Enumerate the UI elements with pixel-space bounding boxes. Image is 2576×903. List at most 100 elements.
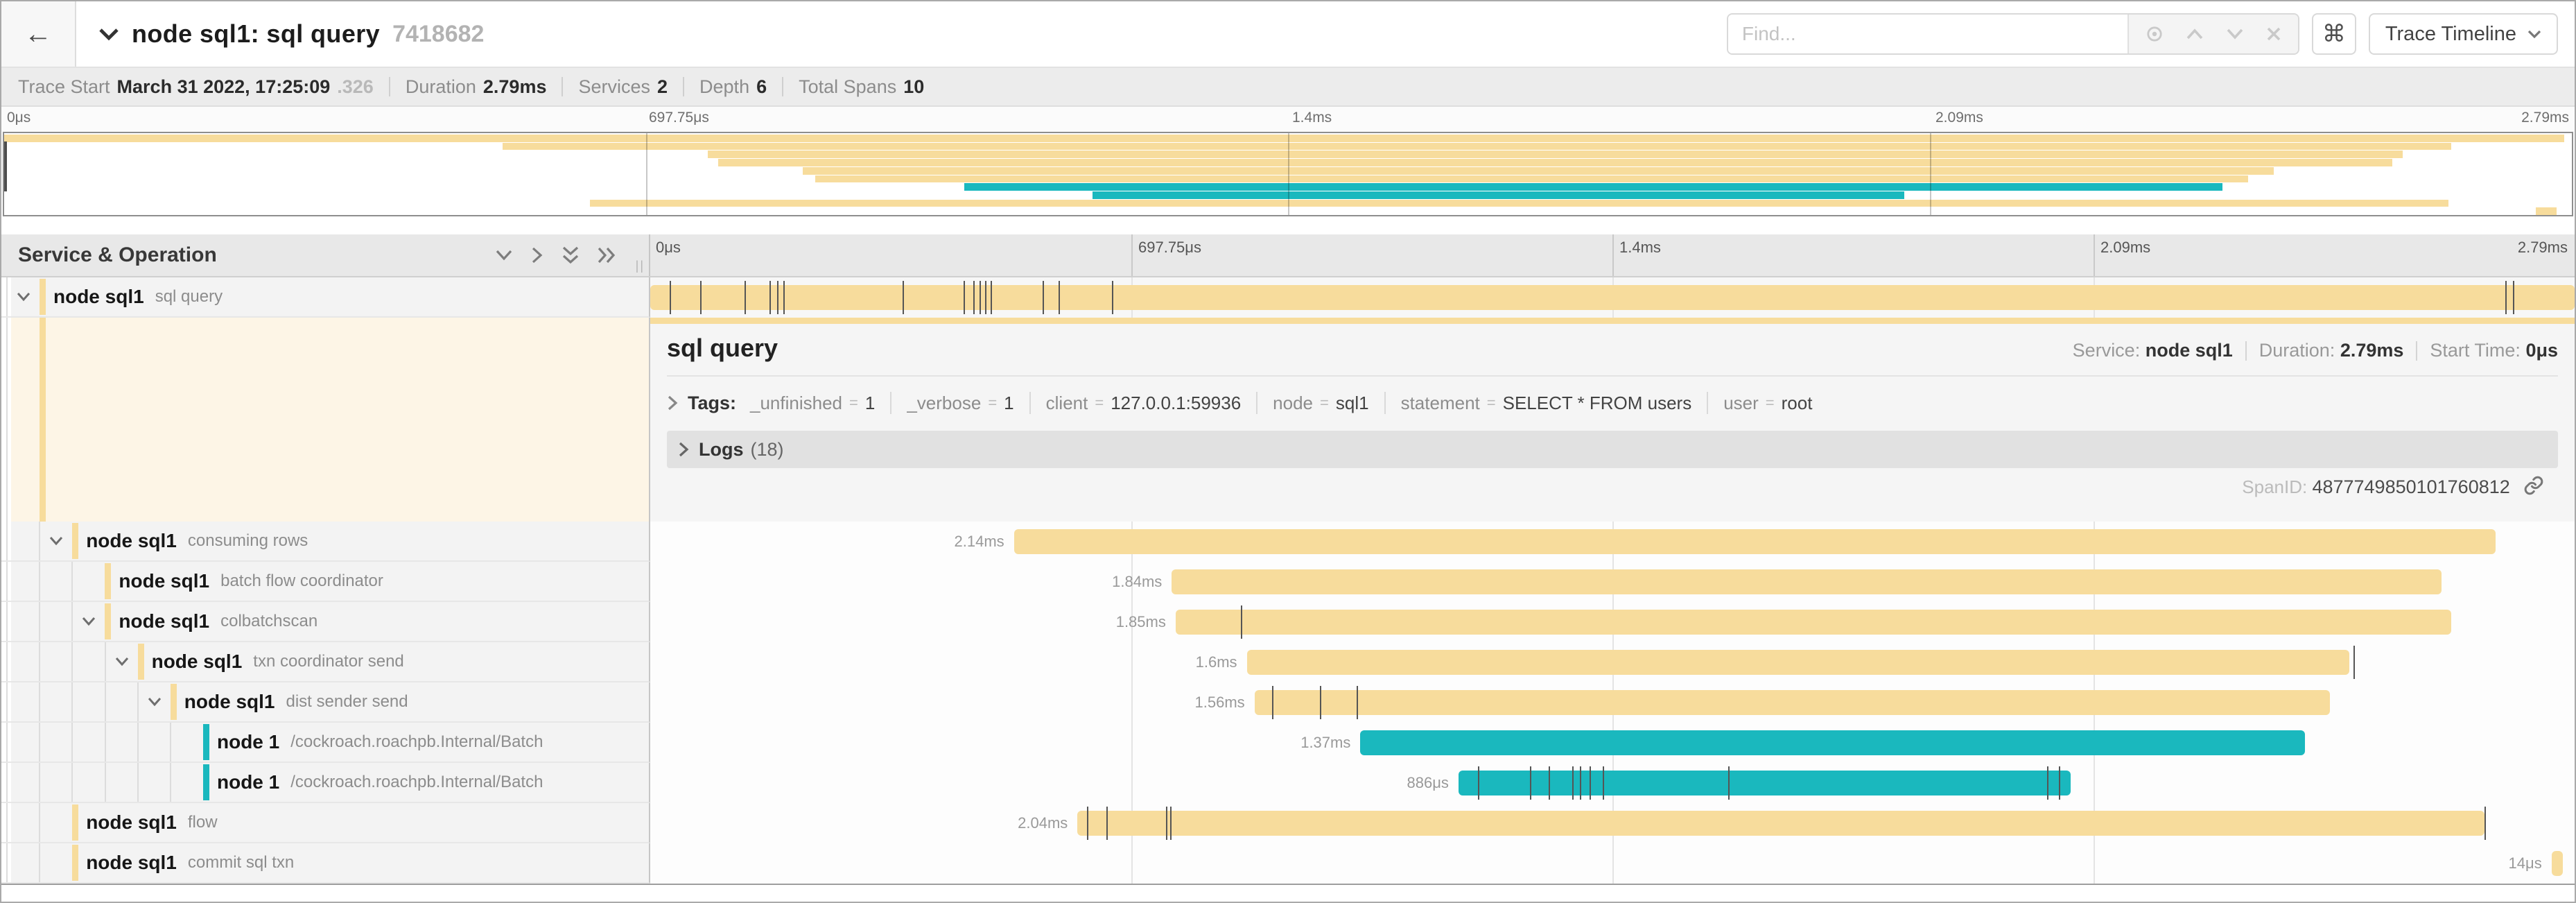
indent-guide	[137, 682, 139, 721]
span-log-tick	[1603, 766, 1604, 800]
minimap-canvas[interactable]	[3, 132, 2573, 216]
tag-item: _unfinished=1	[750, 393, 875, 414]
expand-all-icon[interactable]	[598, 246, 616, 264]
find-input[interactable]	[1728, 15, 2127, 53]
indent-guide	[39, 562, 40, 601]
expand-chevron-icon[interactable]	[81, 616, 96, 627]
span-duration-label: 1.56ms	[1195, 694, 1245, 712]
expand-chevron-icon[interactable]	[49, 535, 64, 547]
span-row[interactable]: node sql1txn coordinator send1.6ms	[1, 642, 2575, 682]
span-row-name-cell[interactable]: node sql1sql query	[1, 277, 650, 318]
copy-link-icon[interactable]	[2523, 475, 2544, 496]
clear-find-icon[interactable]	[2266, 26, 2281, 42]
expand-chevron-icon[interactable]	[147, 696, 162, 707]
span-duration-bar[interactable]	[1172, 569, 2442, 594]
minimap-scrubber-handle[interactable]	[4, 141, 7, 191]
collapse-all-icon[interactable]	[562, 246, 580, 264]
prev-match-icon[interactable]	[2186, 28, 2204, 40]
span-color-bar	[72, 523, 78, 559]
minimap-gridline	[646, 133, 647, 215]
span-row-timeline-cell[interactable]	[650, 277, 2575, 318]
span-row-timeline-cell[interactable]: 14μs	[650, 843, 2575, 884]
span-row[interactable]: node 1/cockroach.roachpb.Internal/Batch8…	[1, 763, 2575, 803]
collapse-trace-chevron-icon[interactable]	[98, 27, 119, 41]
span-row-timeline-cell[interactable]: 1.84ms	[650, 562, 2575, 602]
meta-label: Duration	[406, 76, 476, 98]
minimap-ruler: 0μs697.75μs1.4ms2.09ms2.79ms	[1, 107, 2575, 132]
span-detail-row: sql query Service: node sql1Duration: 2.…	[1, 318, 2575, 522]
operation-name: consuming rows	[188, 531, 308, 551]
span-duration-bar[interactable]	[1247, 650, 2350, 675]
span-duration-bar[interactable]	[1360, 730, 2305, 755]
find-controls	[2127, 15, 2298, 53]
span-row-name-cell[interactable]: node sql1batch flow coordinator	[1, 562, 650, 602]
next-match-icon[interactable]	[2226, 28, 2244, 40]
span-duration-bar[interactable]	[1176, 610, 2451, 635]
span-duration-bar[interactable]	[2552, 851, 2564, 876]
span-log-tick	[1549, 766, 1550, 800]
page-title: node sql1: sql query	[132, 19, 380, 49]
tag-separator	[1384, 392, 1386, 414]
span-row-name-cell[interactable]: node sql1dist sender send	[1, 682, 650, 723]
span-duration-bar[interactable]	[1077, 811, 2484, 836]
span-color-bar	[171, 684, 177, 720]
view-type-dropdown[interactable]: Trace Timeline	[2369, 13, 2558, 55]
tag-separator	[890, 392, 891, 414]
span-row-timeline-cell[interactable]: 2.04ms	[650, 803, 2575, 843]
column-resizer-handle[interactable]: ||	[636, 259, 645, 273]
detail-divider	[667, 375, 2558, 377]
span-row-name-cell[interactable]: node sql1colbatchscan	[1, 602, 650, 642]
meta-value-fraction: .326	[337, 76, 374, 98]
span-row-name-cell[interactable]: node sql1txn coordinator send	[1, 642, 650, 682]
tag-equals: =	[1320, 394, 1329, 412]
span-row-timeline-cell[interactable]: 1.85ms	[650, 602, 2575, 642]
keyboard-shortcuts-button[interactable]: ⌘	[2312, 13, 2356, 55]
tags-accordion[interactable]: Tags: _unfinished=1_verbose=1client=127.…	[667, 389, 2558, 417]
span-detail-title: sql query	[667, 334, 2073, 363]
span-row-name-cell[interactable]: node sql1commit sql txn	[1, 843, 650, 884]
span-row-name-cell[interactable]: node 1/cockroach.roachpb.Internal/Batch	[1, 723, 650, 763]
locate-icon[interactable]	[2146, 25, 2164, 43]
meta-separator	[683, 77, 684, 96]
span-row-name-cell[interactable]: node sql1consuming rows	[1, 522, 650, 562]
span-row-timeline-cell[interactable]: 1.6ms	[650, 642, 2575, 682]
timeline-column-headers: Service & Operation || 0μs697.75μs1.4ms2…	[1, 234, 2575, 277]
ruler-tick-label: 2.09ms	[1935, 110, 1983, 126]
span-duration-bar[interactable]	[650, 285, 2575, 310]
span-row[interactable]: node 1/cockroach.roachpb.Internal/Batch1…	[1, 723, 2575, 763]
logs-accordion[interactable]: Logs (18)	[667, 431, 2558, 468]
tag-item: _verbose=1	[907, 393, 1013, 414]
overview-separator	[2245, 341, 2247, 361]
span-duration-bar[interactable]	[1255, 690, 2331, 715]
span-row[interactable]: node sql1dist sender send 1.56ms	[1, 682, 2575, 723]
header-actions: ⌘ Trace Timeline	[1727, 1, 2575, 67]
span-duration-bar[interactable]	[1014, 529, 2496, 554]
span-row[interactable]: node sql1consuming rows2.14ms	[1, 522, 2575, 562]
expand-chevron-icon[interactable]	[16, 291, 31, 302]
meta-value: 2	[657, 76, 668, 98]
span-row-timeline-cell[interactable]: 886μs	[650, 763, 2575, 803]
span-row-timeline-cell[interactable]: 1.37ms	[650, 723, 2575, 763]
collapse-one-icon[interactable]	[495, 249, 513, 261]
span-log-tick	[1272, 686, 1273, 719]
span-row-timeline-cell[interactable]: 2.14ms	[650, 522, 2575, 562]
back-button[interactable]: ←	[1, 1, 76, 67]
meta-value: 10	[903, 76, 924, 98]
span-row[interactable]: node sql1sql query	[1, 277, 2575, 318]
span-row-timeline-cell[interactable]: 1.56ms	[650, 682, 2575, 723]
tag-equals: =	[1095, 394, 1104, 412]
indent-guide	[39, 763, 40, 802]
span-row-name-cell[interactable]: node sql1 flow	[1, 803, 650, 843]
span-row-name-cell[interactable]: node 1/cockroach.roachpb.Internal/Batch	[1, 763, 650, 803]
indent-guide	[6, 763, 8, 802]
expand-chevron-icon[interactable]	[114, 656, 130, 667]
span-row[interactable]: node sql1commit sql txn14μs	[1, 843, 2575, 884]
span-row[interactable]: node sql1batch flow coordinator1.84ms	[1, 562, 2575, 602]
header: ← node sql1: sql query 7418682	[1, 1, 2575, 68]
expand-one-icon[interactable]	[531, 246, 543, 264]
span-row[interactable]: node sql1 flow 2.04ms	[1, 803, 2575, 843]
span-row[interactable]: node sql1colbatchscan1.85ms	[1, 602, 2575, 642]
operation-name: flow	[188, 813, 218, 832]
timeline-gridline	[1131, 843, 1133, 884]
service-name: node sql1	[86, 811, 177, 834]
